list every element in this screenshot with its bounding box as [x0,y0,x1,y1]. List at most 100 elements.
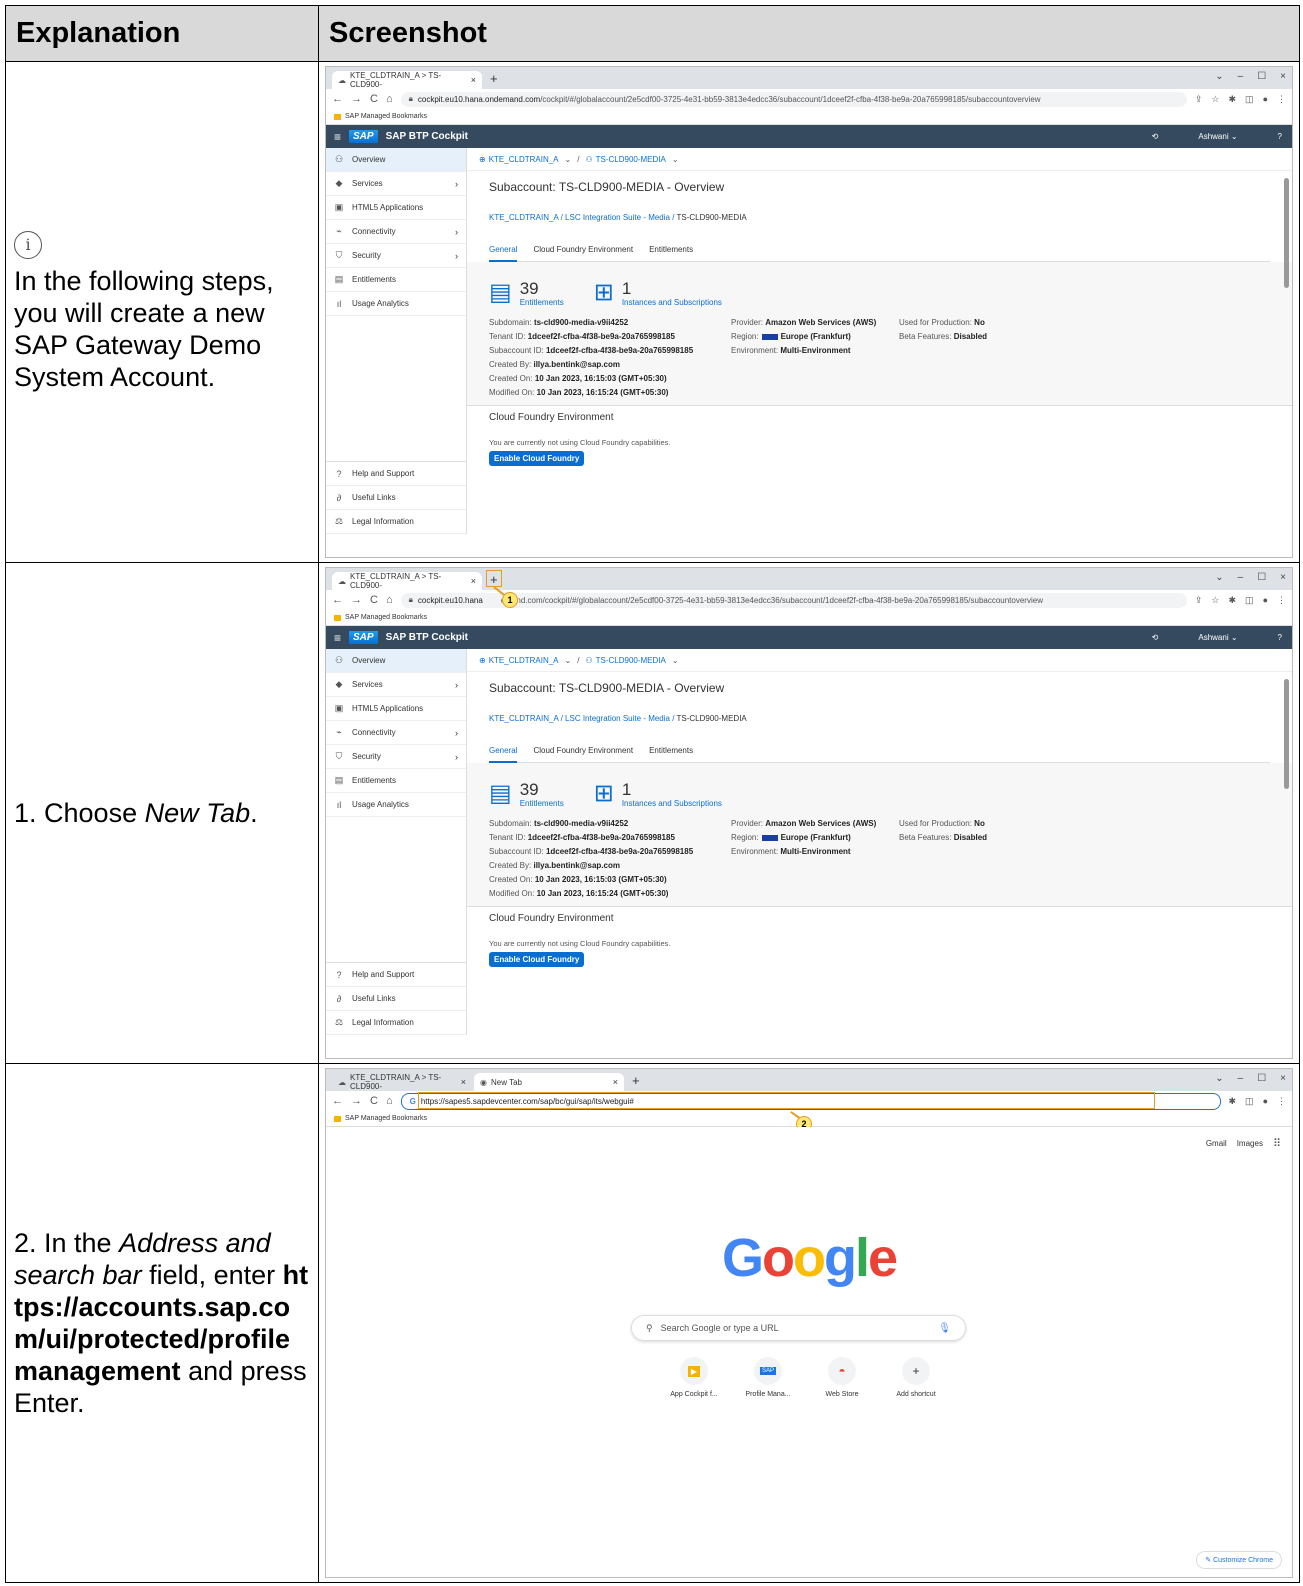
back-icon[interactable]: ← [332,594,343,606]
browser-tab-cockpit[interactable]: ☁ KTE_CLDTRAIN_A > TS-CLD900- × [332,1073,472,1091]
hamburger-icon[interactable]: ≡ [334,631,341,645]
home-icon[interactable]: ⌂ [386,1095,393,1107]
sidebar-item-legal[interactable]: ⚖ Legal Information [326,510,466,534]
sidebar-item-entitlements[interactable]: ▤ Entitlements [326,268,466,292]
sidebar-item-legal[interactable]: ⚖ Legal Information [326,1011,466,1035]
user-menu[interactable]: Ashwani ⌄ [1198,633,1237,642]
sidebar-item-links[interactable]: ∂ Useful Links [326,987,466,1011]
sidebar-item-usage[interactable]: ıl Usage Analytics [326,793,466,817]
apps-grid-icon[interactable]: ⠿ [1273,1137,1281,1150]
back-icon[interactable]: ← [332,93,343,105]
sidebar-item-services[interactable]: ◆ Services › [326,673,466,697]
home-icon[interactable]: ⌂ [386,594,393,606]
tab-entitlements[interactable]: Entitlements [649,245,693,261]
reload-icon[interactable]: C [370,594,378,606]
sidebar-item-overview[interactable]: ⚇ Overview [326,148,466,172]
chevron-down-icon[interactable]: ⌄ [672,656,679,665]
chevron-down-icon[interactable]: ⌄ [1215,71,1223,82]
reload-icon[interactable]: C [370,93,378,105]
profile-icon[interactable]: ● [1263,94,1268,105]
breadcrumb-link[interactable]: LSC Integration Suite - Media [565,714,670,723]
bookmarks-folder[interactable]: SAP Managed Bookmarks [345,614,427,621]
tab-entitlements[interactable]: Entitlements [649,746,693,762]
tab-general[interactable]: General [489,245,518,262]
chevron-down-icon[interactable]: ⌄ [1215,1073,1223,1084]
extensions-icon[interactable]: ✱ [1229,94,1237,105]
enable-cf-button[interactable]: Enable Cloud Foundry [489,451,585,466]
share-icon[interactable]: ⇪ [1195,595,1203,606]
stat-entitlements[interactable]: ▤ 39 Entitlements [489,280,564,316]
shortcut-profile[interactable]: SAP Profile Mana... [738,1357,798,1398]
customize-chrome-button[interactable]: ✎ Customize Chrome [1196,1551,1282,1569]
stat-entitlements[interactable]: ▤ 39 Entitlements [489,781,564,817]
menu-icon[interactable]: ⋮ [1277,595,1286,606]
tab-general[interactable]: General [489,746,518,763]
gmail-link[interactable]: Gmail [1206,1139,1227,1148]
forward-icon[interactable]: → [351,594,362,606]
sidebar-item-connectivity[interactable]: ⌁ Connectivity › [326,721,466,745]
global-account-link[interactable]: KTE_CLDTRAIN_A [489,656,559,665]
subaccount-link[interactable]: TS-CLD900-MEDIA [596,155,666,164]
sidebar-item-html5[interactable]: ▣ HTML5 Applications [326,697,466,721]
home-icon[interactable]: ⌂ [386,93,393,105]
chevron-down-icon[interactable]: ⌄ [565,155,572,164]
maximize-icon[interactable]: ☐ [1257,1073,1266,1084]
maximize-icon[interactable]: ☐ [1257,572,1266,583]
help-icon[interactable]: ? [1278,633,1282,642]
sidebar-item-services[interactable]: ◆ Services › [326,172,466,196]
menu-icon[interactable]: ⋮ [1277,1096,1286,1107]
feedback-icon[interactable]: ⟲ [1152,132,1159,141]
scrollbar[interactable] [1284,679,1289,789]
browser-tab-cockpit[interactable]: ☁ KTE_CLDTRAIN_A > TS-CLD900- × [332,71,482,89]
enable-cf-button[interactable]: Enable Cloud Foundry [489,952,585,967]
close-tab-icon[interactable]: × [613,1077,618,1087]
shortcut-add[interactable]: + Add shortcut [886,1357,946,1398]
chevron-down-icon[interactable]: ⌄ [672,155,679,164]
address-bar[interactable]: 🔒︎ cockpit.eu10.hana.ondemand.com/cockpi… [400,91,1187,107]
close-window-icon[interactable]: × [1280,1073,1286,1084]
sidebar-item-security[interactable]: ⛉ Security › [326,745,466,769]
feedback-icon[interactable]: ⟲ [1152,633,1159,642]
microphone-icon[interactable]: 🎙︎ [938,1323,951,1334]
sidebar-item-html5[interactable]: ▣ HTML5 Applications [326,196,466,220]
forward-icon[interactable]: → [351,1095,362,1107]
close-tab-icon[interactable]: × [471,576,476,586]
extensions-icon[interactable]: ✱ [1229,595,1237,606]
user-menu[interactable]: Ashwani ⌄ [1198,132,1237,141]
breadcrumb-link[interactable]: LSC Integration Suite - Media [565,213,670,222]
new-tab-button[interactable]: + [632,1074,640,1088]
star-icon[interactable]: ☆ [1211,94,1219,105]
sidepanel-icon[interactable]: ◫ [1245,94,1254,105]
profile-icon[interactable]: ● [1263,1096,1268,1107]
sidebar-item-help[interactable]: ? Help and Support [326,962,466,987]
images-link[interactable]: Images [1237,1139,1263,1148]
breadcrumb-link[interactable]: KTE_CLDTRAIN_A [489,714,558,723]
share-icon[interactable]: ⇪ [1195,94,1203,105]
sidebar-item-security[interactable]: ⛉ Security › [326,244,466,268]
sidebar-item-overview[interactable]: ⚇ Overview [326,649,466,673]
sidebar-item-help[interactable]: ? Help and Support [326,461,466,486]
minimize-icon[interactable]: – [1238,572,1244,583]
new-tab-button[interactable]: + [490,72,498,86]
sidebar-item-connectivity[interactable]: ⌁ Connectivity › [326,220,466,244]
close-window-icon[interactable]: × [1280,71,1286,82]
close-tab-icon[interactable]: × [461,1077,466,1087]
reload-icon[interactable]: C [370,1095,378,1107]
back-icon[interactable]: ← [332,1095,343,1107]
stat-instances[interactable]: ⊞ 1 Instances and Subscriptions [594,781,722,817]
scrollbar[interactable] [1284,178,1289,288]
star-icon[interactable]: ☆ [1211,595,1219,606]
shortcut-web-store[interactable]: ◓ Web Store [812,1357,872,1398]
close-window-icon[interactable]: × [1280,572,1286,583]
global-account-link[interactable]: KTE_CLDTRAIN_A [489,155,559,164]
forward-icon[interactable]: → [351,93,362,105]
chevron-down-icon[interactable]: ⌄ [1215,572,1223,583]
shortcut-app-cockpit[interactable]: ▶ App Cockpit f... [664,1357,724,1398]
tab-cloud-foundry[interactable]: Cloud Foundry Environment [533,245,633,261]
subaccount-link[interactable]: TS-CLD900-MEDIA [596,656,666,665]
menu-icon[interactable]: ⋮ [1277,94,1286,105]
tab-cloud-foundry[interactable]: Cloud Foundry Environment [533,746,633,762]
sidepanel-icon[interactable]: ◫ [1245,1096,1254,1107]
breadcrumb-link[interactable]: KTE_CLDTRAIN_A [489,213,558,222]
sidepanel-icon[interactable]: ◫ [1245,595,1254,606]
